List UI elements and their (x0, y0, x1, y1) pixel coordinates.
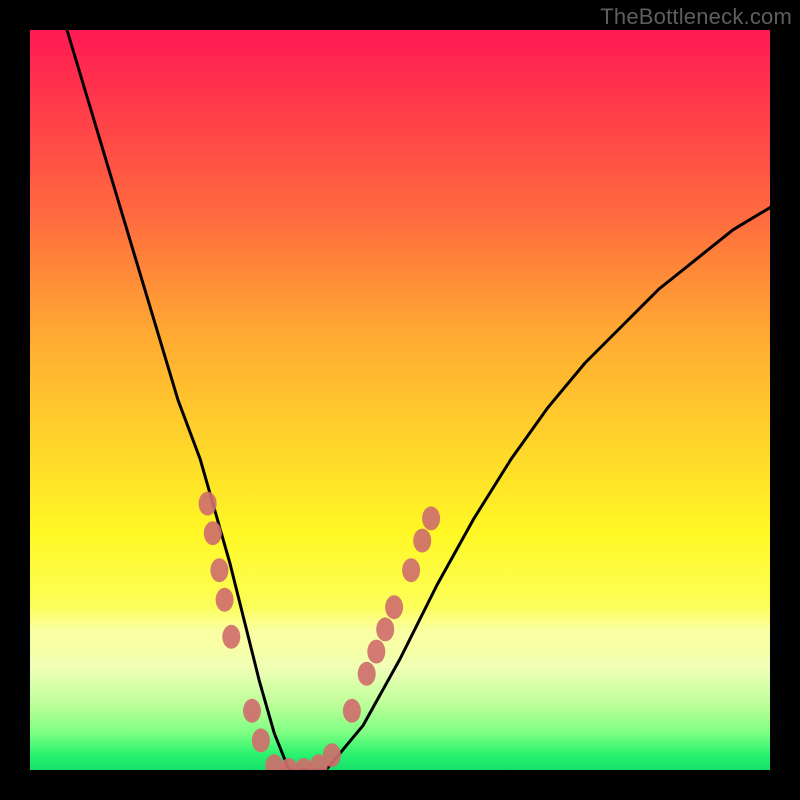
bottleneck-curve (67, 30, 770, 770)
data-point (216, 588, 234, 612)
data-point (222, 625, 240, 649)
data-point (367, 640, 385, 664)
data-point (252, 728, 270, 752)
data-point (402, 558, 420, 582)
curve-path (67, 30, 770, 770)
data-point (323, 743, 341, 767)
data-point (385, 595, 403, 619)
data-point (422, 506, 440, 530)
data-point (243, 699, 261, 723)
data-point (358, 662, 376, 686)
chart-svg (30, 30, 770, 770)
marker-layer (199, 492, 441, 770)
plot-area (30, 30, 770, 770)
data-point (210, 558, 228, 582)
outer-frame: TheBottleneck.com (0, 0, 800, 800)
data-point (199, 492, 217, 516)
data-point (376, 617, 394, 641)
data-point (204, 521, 222, 545)
data-point (343, 699, 361, 723)
watermark-text: TheBottleneck.com (600, 4, 792, 30)
data-point (413, 529, 431, 553)
